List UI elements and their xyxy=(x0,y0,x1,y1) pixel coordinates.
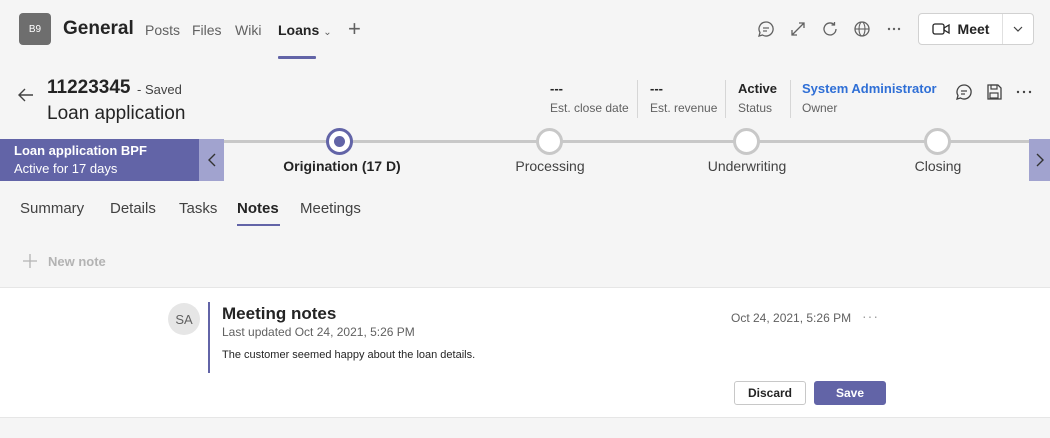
note-list: SA Meeting notes Last updated Oct 24, 20… xyxy=(0,287,1050,418)
active-tab-indicator xyxy=(278,56,316,59)
globe-icon[interactable] xyxy=(853,20,871,38)
tab-files[interactable]: Files xyxy=(192,22,222,38)
tab-loans-label: Loans xyxy=(278,22,320,38)
meet-split-button: Meet xyxy=(918,13,1034,45)
stage-closing-label[interactable]: Closing xyxy=(915,158,962,174)
bpf-active-stage-flyout[interactable]: Loan application BPF Active for 17 days xyxy=(0,139,199,181)
meet-label: Meet xyxy=(957,21,990,37)
expand-icon[interactable] xyxy=(789,20,807,38)
close-date-label: Est. close date xyxy=(550,101,629,115)
tab-meetings[interactable]: Meetings xyxy=(300,200,361,217)
refresh-icon[interactable] xyxy=(821,20,839,38)
comment-icon[interactable] xyxy=(955,83,973,101)
meet-button[interactable]: Meet xyxy=(919,14,1003,44)
bpf-name: Loan application BPF xyxy=(14,143,147,158)
note-body-input[interactable]: The customer seemed happy about the loan… xyxy=(222,349,475,361)
new-note-button[interactable]: New note xyxy=(22,253,106,269)
chat-icon[interactable] xyxy=(757,20,775,38)
add-tab-icon[interactable]: + xyxy=(348,16,361,42)
header-field-status: Active Status xyxy=(738,81,777,115)
close-date-value: --- xyxy=(550,81,563,96)
channel-name: General xyxy=(63,18,134,39)
header-field-owner: System Administrator Owner xyxy=(802,81,937,115)
chevron-down-icon xyxy=(1013,26,1023,32)
stage-processing-label[interactable]: Processing xyxy=(515,158,584,174)
tab-tasks[interactable]: Tasks xyxy=(179,200,217,217)
note-title[interactable]: Meeting notes xyxy=(222,304,336,324)
plus-icon xyxy=(23,254,37,268)
channel-header: B9 General Posts Files Wiki Loans ⌄ + Mee… xyxy=(0,0,1050,60)
owner-label: Owner xyxy=(802,101,838,115)
stage-underwriting-marker[interactable] xyxy=(733,128,760,155)
chevron-down-icon: ⌄ xyxy=(323,27,332,38)
tab-posts[interactable]: Posts xyxy=(145,22,180,38)
header-divider xyxy=(725,80,726,118)
bpf-next-button[interactable] xyxy=(1029,139,1050,181)
bpf-duration: Active for 17 days xyxy=(14,161,118,176)
save-button[interactable]: Save xyxy=(814,381,886,405)
stage-closing-marker[interactable] xyxy=(924,128,951,155)
stage-processing-marker[interactable] xyxy=(536,128,563,155)
more-options-icon[interactable] xyxy=(885,20,903,38)
tab-notes[interactable]: Notes xyxy=(237,200,279,217)
header-field-close-date: --- Est. close date xyxy=(550,81,629,115)
chevron-right-icon xyxy=(1036,153,1044,167)
note-updated: Last updated Oct 24, 2021, 5:26 PM xyxy=(222,325,415,339)
header-divider xyxy=(637,80,638,118)
back-arrow-icon[interactable] xyxy=(16,85,36,105)
tab-details[interactable]: Details xyxy=(110,200,156,217)
note-date: Oct 24, 2021, 5:26 PM xyxy=(731,311,852,325)
revenue-value: --- xyxy=(650,81,663,96)
status-label: Status xyxy=(738,101,773,115)
status-value: Active xyxy=(738,81,778,96)
stage-origination-label[interactable]: Origination (17 D) xyxy=(283,158,400,174)
tab-wiki[interactable]: Wiki xyxy=(235,22,261,38)
save-icon[interactable] xyxy=(985,83,1003,101)
owner-link[interactable]: System Administrator xyxy=(802,81,937,98)
meet-dropdown-button[interactable] xyxy=(1003,26,1033,32)
tab-summary[interactable]: Summary xyxy=(20,200,84,217)
discard-button[interactable]: Discard xyxy=(734,381,806,405)
record-id: 11223345 xyxy=(47,77,131,98)
header-divider xyxy=(790,80,791,118)
record-entity-title: Loan application xyxy=(47,103,186,124)
note-edit-indicator xyxy=(208,302,210,373)
team-avatar[interactable]: B9 xyxy=(19,13,51,45)
active-form-tab-indicator xyxy=(237,224,280,226)
stage-underwriting-label[interactable]: Underwriting xyxy=(708,158,787,174)
new-note-label: New note xyxy=(48,253,106,269)
bpf-previous-button[interactable] xyxy=(199,139,224,181)
video-camera-icon xyxy=(931,23,950,35)
save-status: - Saved xyxy=(137,82,182,97)
note-more-options-icon[interactable]: ··· xyxy=(862,308,879,324)
chevron-left-icon xyxy=(207,153,215,167)
tab-loans[interactable]: Loans ⌄ xyxy=(278,22,332,38)
avatar: SA xyxy=(168,303,200,335)
revenue-label: Est. revenue xyxy=(650,101,718,115)
stage-origination-marker[interactable] xyxy=(326,128,353,155)
header-field-revenue: --- Est. revenue xyxy=(650,81,717,115)
more-options-icon[interactable] xyxy=(1015,83,1033,101)
